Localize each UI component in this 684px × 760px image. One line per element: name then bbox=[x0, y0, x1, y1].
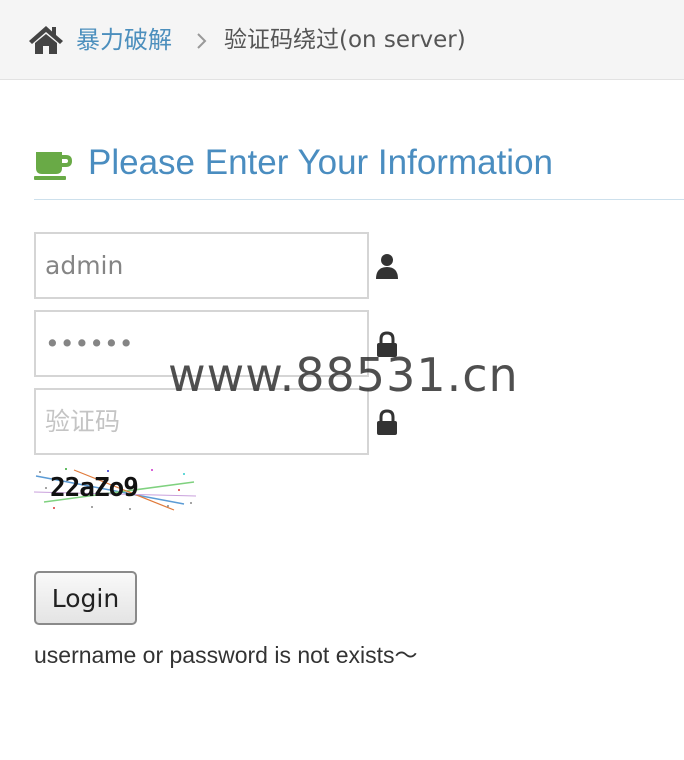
breadcrumb: 暴力破解 验证码绕过(on server) bbox=[0, 0, 684, 80]
captcha-image[interactable]: 22aZo9 bbox=[34, 466, 196, 512]
captcha-input[interactable] bbox=[34, 388, 369, 455]
lock-icon bbox=[377, 331, 397, 357]
user-icon bbox=[376, 254, 398, 279]
error-message: username or password is not exists～ bbox=[34, 642, 418, 668]
captcha-text: 22aZo9 bbox=[50, 473, 138, 503]
password-input[interactable] bbox=[34, 310, 369, 377]
breadcrumb-current: 验证码绕过(on server) bbox=[224, 27, 466, 53]
login-button[interactable]: Login bbox=[34, 571, 137, 625]
username-input[interactable] bbox=[34, 232, 369, 299]
chevron-right-icon bbox=[197, 33, 207, 49]
page-header: Please Enter Your Information bbox=[34, 140, 684, 200]
coffee-icon bbox=[34, 152, 72, 180]
lock-icon bbox=[377, 409, 397, 435]
home-icon[interactable] bbox=[28, 24, 64, 56]
breadcrumb-link[interactable]: 暴力破解 bbox=[76, 24, 172, 56]
page-title: Please Enter Your Information bbox=[88, 143, 554, 182]
